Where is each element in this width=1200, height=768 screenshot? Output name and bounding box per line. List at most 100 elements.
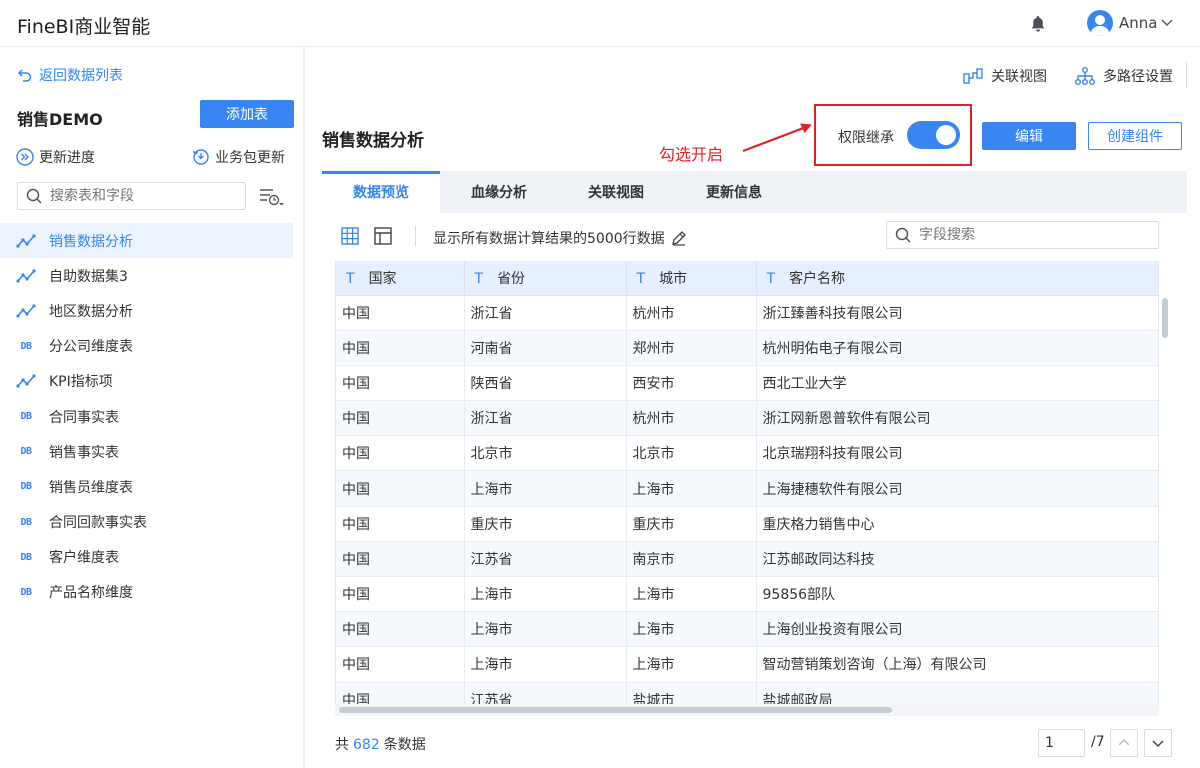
column-header[interactable]: T 客户名称	[756, 261, 1158, 296]
table-cell: 中国	[336, 611, 465, 648]
tab-data-preview[interactable]: 数据预览	[322, 171, 440, 213]
table-cell: 郑州市	[626, 330, 757, 366]
search-icon	[26, 188, 42, 204]
sidebar-table-item[interactable]: DB 产品名称维度	[0, 575, 293, 610]
table-row: 中国 北京市 北京市 北京瑞翔科技有限公司	[336, 435, 1158, 472]
table-row: 中国 江苏省 盐城市 盐城邮政局	[336, 682, 1158, 704]
sidebar-table-item[interactable]: 自助数据集3	[0, 258, 293, 293]
table-row: 中国 陕西省 西安市 西北工业大学	[336, 365, 1158, 402]
tab-update-info[interactable]: 更新信息	[675, 171, 793, 213]
sidebar-table-item[interactable]: DB 分公司维度表	[0, 329, 293, 364]
create-component-button[interactable]: 创建组件	[1088, 122, 1182, 150]
table-cell: 中国	[336, 576, 465, 613]
grid-view-icon[interactable]	[340, 226, 360, 246]
column-header-label: 城市	[659, 270, 688, 287]
data-table: T 国家 T 省份 T 城市 T 客户名称 中国 浙江省 杭州市 浙江臻善科技有限公司 中国 河南…	[335, 261, 1159, 704]
text-type-icon: T	[474, 270, 484, 287]
chevron-down-icon[interactable]	[1160, 15, 1174, 29]
tab-lineage-analysis[interactable]: 血缘分析	[440, 171, 558, 213]
column-header[interactable]: T 城市	[626, 261, 757, 296]
vertical-scrollbar[interactable]	[1159, 295, 1171, 704]
chevron-up-icon	[1118, 738, 1130, 746]
tab-relation-view[interactable]: 关联视图	[557, 171, 675, 213]
text-type-icon: T	[766, 270, 776, 287]
sidebar-table-label: 产品名称维度	[49, 585, 133, 602]
edit-button[interactable]: 编辑	[982, 122, 1076, 150]
table-cell: 智动营销策划咨询（上海）有限公司	[756, 646, 1158, 683]
multipath-settings-button[interactable]: 多路径设置	[1075, 66, 1173, 86]
table-row: 中国 上海市 上海市 智动营销策划咨询（上海）有限公司	[336, 646, 1158, 683]
sidebar-table-item[interactable]: 销售数据分析	[0, 223, 293, 259]
table-cell: 北京市	[464, 435, 627, 472]
bell-icon[interactable]	[1030, 15, 1046, 33]
db-table-icon: DB	[20, 516, 32, 528]
table-cell: 上海市	[626, 576, 757, 613]
sidebar-table-label: 分公司维度表	[49, 339, 133, 356]
user-name[interactable]: Anna	[1119, 14, 1157, 32]
table-cell: 北京瑞翔科技有限公司	[756, 435, 1158, 472]
sidebar-table-item[interactable]: 地区数据分析	[0, 293, 293, 328]
table-cell: 陕西省	[464, 365, 627, 402]
table-cell: 杭州市	[626, 295, 757, 331]
table-cell: 浙江省	[464, 295, 627, 331]
column-header[interactable]: T 省份	[464, 261, 627, 296]
table-cell: 河南省	[464, 330, 627, 366]
table-search-box[interactable]	[17, 182, 246, 210]
table-cell: 上海市	[464, 470, 627, 507]
annotation-text: 勾选开启	[659, 145, 724, 164]
preview-info-text: 显示所有数据计算结果的5000行数据	[433, 231, 665, 247]
table-cell: 浙江网新恩普软件有限公司	[756, 400, 1158, 437]
multipath-label: 多路径设置	[1103, 69, 1173, 85]
table-search-input[interactable]	[50, 188, 230, 204]
main-header	[305, 47, 1200, 102]
table-cell: 盐城邮政局	[756, 682, 1158, 704]
sidebar-table-item[interactable]: KPI指标项	[0, 364, 293, 399]
table-row: 中国 浙江省 杭州市 浙江臻善科技有限公司	[336, 295, 1158, 331]
layout-view-icon[interactable]	[373, 226, 393, 246]
sidebar-table-item[interactable]: DB 销售事实表	[0, 434, 293, 469]
record-count-prefix: 共	[335, 737, 349, 753]
sidebar-table-item[interactable]: DB 合同回款事实表	[0, 505, 293, 540]
db-table-icon: DB	[20, 551, 32, 563]
annotation-arrow	[742, 123, 812, 153]
sidebar-table-label: KPI指标项	[49, 374, 113, 391]
vertical-scroll-thumb[interactable]	[1162, 298, 1168, 338]
update-progress-button[interactable]: 更新进度	[16, 147, 95, 167]
field-search-box[interactable]	[886, 221, 1159, 249]
table-cell: 西北工业大学	[756, 365, 1158, 402]
add-table-button[interactable]: 添加表	[200, 100, 294, 128]
field-search-input[interactable]	[919, 227, 1139, 243]
column-header-label: 省份	[497, 270, 526, 287]
sidebar-table-item[interactable]: DB 销售员维度表	[0, 469, 293, 504]
edit-pencil-icon[interactable]	[671, 230, 687, 246]
column-header[interactable]: T 国家	[336, 261, 465, 296]
avatar[interactable]	[1087, 10, 1113, 36]
next-page-button[interactable]	[1144, 729, 1172, 757]
table-cell: 中国	[336, 400, 465, 437]
relation-view-button[interactable]: 关联视图	[963, 66, 1047, 86]
horizontal-scroll-thumb[interactable]	[339, 707, 892, 713]
permission-inherit-toggle[interactable]	[907, 121, 960, 149]
table-cell: 95856部队	[756, 576, 1158, 613]
sort-filter-icon[interactable]	[258, 186, 284, 208]
table-cell: 杭州市	[626, 400, 757, 437]
back-to-data-list-link[interactable]: 返回数据列表	[17, 65, 123, 85]
package-update-button[interactable]: 业务包更新	[192, 147, 285, 167]
package-update-label: 业务包更新	[215, 150, 285, 166]
page-title: 销售数据分析	[322, 131, 424, 151]
table-cell: 中国	[336, 506, 465, 542]
table-cell: 上海市	[464, 611, 627, 648]
sidebar-table-label: 自助数据集3	[49, 268, 128, 285]
page-number-input[interactable]	[1038, 729, 1085, 757]
db-table-icon: DB	[20, 411, 32, 423]
permission-inherit-label: 权限继承	[838, 130, 894, 146]
sidebar-table-item[interactable]: DB 客户维度表	[0, 540, 293, 575]
db-table-icon: DB	[20, 481, 32, 493]
sidebar-table-item[interactable]: DB 合同事实表	[0, 399, 293, 434]
prev-page-button[interactable]	[1110, 729, 1138, 757]
table-cell: 中国	[336, 435, 465, 472]
self-dataset-icon	[16, 374, 36, 388]
table-row: 中国 河南省 郑州市 杭州明佑电子有限公司	[336, 330, 1158, 366]
table-cell: 南京市	[626, 541, 757, 578]
column-header-label: 客户名称	[789, 270, 846, 287]
